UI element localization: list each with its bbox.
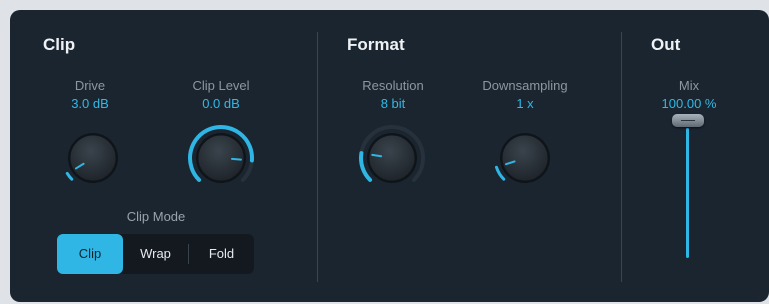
clip-mode-wrap-button[interactable]: Wrap <box>123 234 188 274</box>
mix-value[interactable]: 100.00 % <box>662 96 717 111</box>
divider-format-out <box>621 32 622 282</box>
resolution-knob[interactable] <box>356 120 428 196</box>
knob-body <box>69 134 117 182</box>
clip-mode-fold-button[interactable]: Fold <box>189 234 254 274</box>
knob-value-ring <box>65 171 74 181</box>
resolution-label: Resolution <box>362 78 424 93</box>
resolution-value[interactable]: 8 bit <box>381 96 406 111</box>
section-title-out: Out <box>651 35 681 54</box>
downsampling-value[interactable]: 1 x <box>516 96 533 111</box>
clip-level-label: Clip Level <box>192 78 250 93</box>
downsampling-knob[interactable] <box>492 125 558 191</box>
divider-clip-format <box>317 32 318 282</box>
drive-label: Drive <box>74 78 106 93</box>
drive-value[interactable]: 3.0 dB <box>71 96 109 111</box>
clip-level-value[interactable]: 0.0 dB <box>202 96 240 111</box>
knob-body <box>197 134 245 182</box>
mix-slider-handle[interactable] <box>672 114 704 127</box>
section-title-clip: Clip <box>43 35 76 54</box>
downsampling-label: Downsampling <box>482 78 568 93</box>
clip-level-knob[interactable] <box>186 120 256 196</box>
clip-mode-selector: Clip Wrap Fold <box>57 234 254 274</box>
mix-handle-grip <box>681 120 695 121</box>
clip-mode-clip-button[interactable]: Clip <box>57 234 123 274</box>
clip-mode-label: Clip Mode <box>126 209 186 224</box>
mix-label: Mix <box>678 78 700 93</box>
knob-indicator <box>230 157 242 161</box>
drive-knob[interactable] <box>60 125 126 191</box>
knob-body <box>368 134 416 182</box>
section-title-format: Format <box>347 35 405 54</box>
knob-body <box>501 134 549 182</box>
mix-slider-track[interactable] <box>686 128 689 258</box>
knob-indicator <box>371 153 383 158</box>
plugin-panel: Clip Format Out Drive 3.0 dB Clip Level … <box>10 10 769 302</box>
